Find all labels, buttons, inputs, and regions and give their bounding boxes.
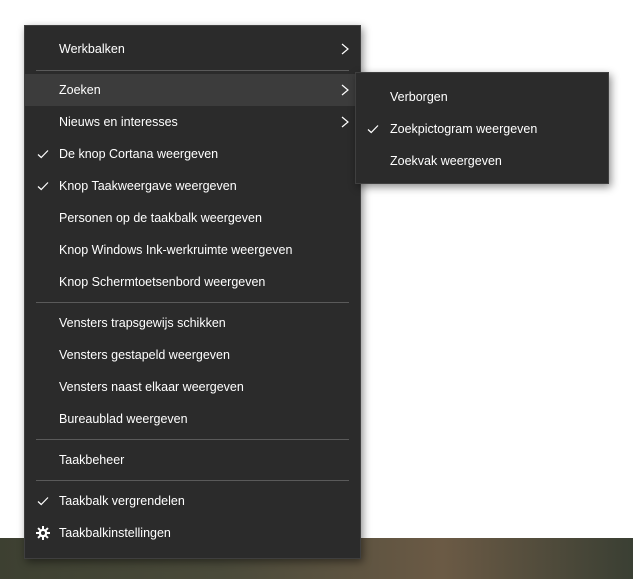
menu-item-label: Bureaublad weergeven — [59, 412, 188, 426]
taskbar-context-menu: Werkbalken Zoeken Nieuws en interesses D… — [24, 25, 361, 559]
menu-item-label: Vensters trapsgewijs schikken — [59, 316, 226, 330]
chevron-right-icon — [341, 116, 349, 128]
checkmark-icon — [37, 182, 49, 191]
menu-item-label: Vensters naast elkaar weergeven — [59, 380, 244, 394]
menu-item-label: Personen op de taakbalk weergeven — [59, 211, 262, 225]
submenu-item-show-search-box[interactable]: Zoekvak weergeven — [356, 145, 608, 177]
chevron-right-icon — [341, 84, 349, 96]
menu-item-cascade-windows[interactable]: Vensters trapsgewijs schikken — [25, 307, 360, 339]
menu-item-lock-taskbar[interactable]: Taakbalk vergrendelen — [25, 485, 360, 517]
checkmark-icon — [37, 497, 49, 506]
menu-item-side-by-side-windows[interactable]: Vensters naast elkaar weergeven — [25, 371, 360, 403]
checkmark-icon — [37, 150, 49, 159]
submenu-item-hidden[interactable]: Verborgen — [356, 81, 608, 113]
chevron-right-icon — [341, 43, 349, 55]
menu-item-label: Zoekpictogram weergeven — [390, 122, 538, 136]
menu-item-label: Taakbeheer — [59, 453, 125, 467]
menu-item-task-manager[interactable]: Taakbeheer — [25, 444, 360, 476]
menu-separator — [36, 70, 349, 71]
menu-item-show-people[interactable]: Personen op de taakbalk weergeven — [25, 202, 360, 234]
gear-icon — [36, 526, 50, 540]
menu-item-label: Knop Taakweergave weergeven — [59, 179, 237, 193]
search-submenu: Verborgen Zoekpictogram weergeven Zoekva… — [355, 72, 609, 184]
menu-item-toolbars[interactable]: Werkbalken — [25, 33, 360, 65]
menu-item-label: Werkbalken — [59, 42, 125, 56]
menu-item-label: Verborgen — [390, 90, 448, 104]
menu-item-label: Knop Windows Ink-werkruimte weergeven — [59, 243, 293, 257]
menu-item-show-windows-ink-button[interactable]: Knop Windows Ink-werkruimte weergeven — [25, 234, 360, 266]
menu-separator — [36, 302, 349, 303]
menu-item-label: Taakbalkinstellingen — [59, 526, 171, 540]
menu-item-show-cortana-button[interactable]: De knop Cortana weergeven — [25, 138, 360, 170]
submenu-item-show-search-icon[interactable]: Zoekpictogram weergeven — [356, 113, 608, 145]
menu-item-label: De knop Cortana weergeven — [59, 147, 219, 161]
menu-item-label: Vensters gestapeld weergeven — [59, 348, 230, 362]
menu-item-taskbar-settings[interactable]: Taakbalkinstellingen — [25, 517, 360, 549]
menu-item-show-desktop[interactable]: Bureaublad weergeven — [25, 403, 360, 435]
menu-item-label: Nieuws en interesses — [59, 115, 178, 129]
menu-separator — [36, 480, 349, 481]
menu-item-label: Knop Schermtoetsenbord weergeven — [59, 275, 266, 289]
menu-item-search[interactable]: Zoeken — [25, 74, 360, 106]
menu-item-news-and-interests[interactable]: Nieuws en interesses — [25, 106, 360, 138]
checkmark-icon — [367, 125, 379, 134]
menu-item-label: Taakbalk vergrendelen — [59, 494, 185, 508]
menu-item-label: Zoeken — [59, 83, 101, 97]
menu-item-show-task-view-button[interactable]: Knop Taakweergave weergeven — [25, 170, 360, 202]
menu-item-label: Zoekvak weergeven — [390, 154, 502, 168]
menu-item-show-touch-keyboard-button[interactable]: Knop Schermtoetsenbord weergeven — [25, 266, 360, 298]
menu-separator — [36, 439, 349, 440]
menu-item-stack-windows[interactable]: Vensters gestapeld weergeven — [25, 339, 360, 371]
